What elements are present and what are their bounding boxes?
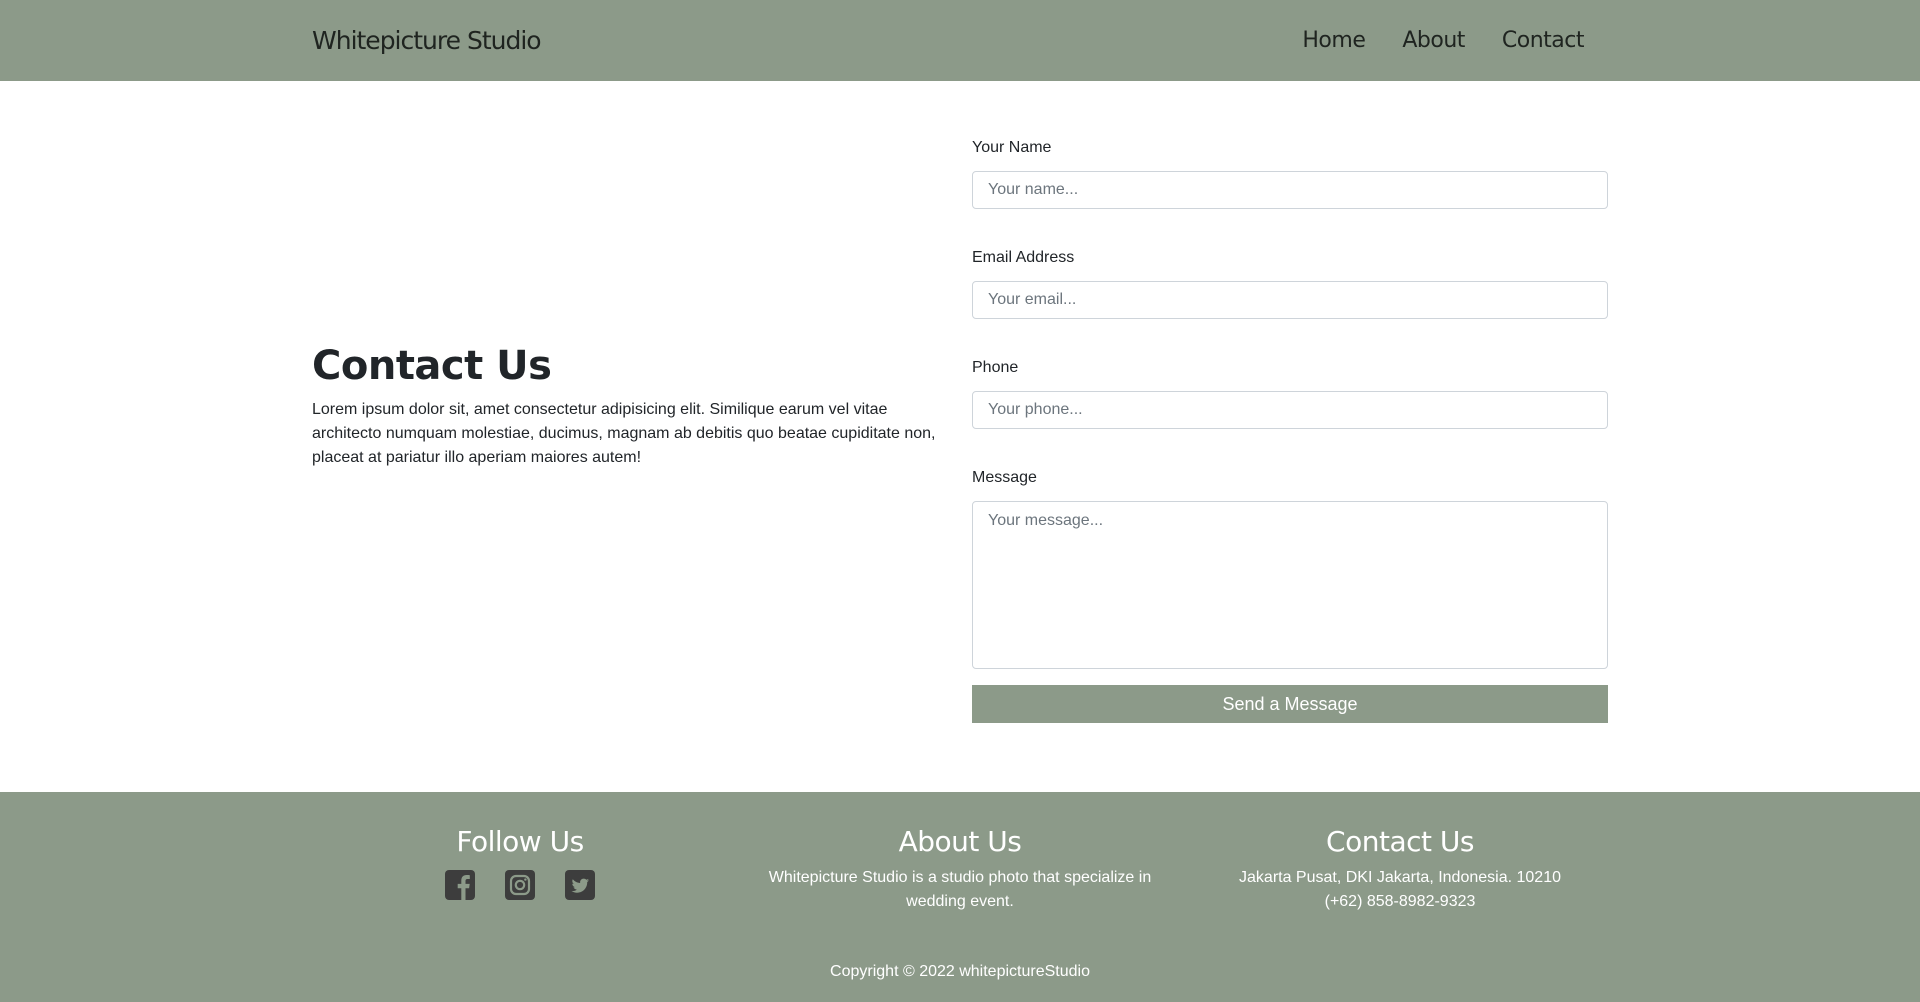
contact-info: Jakarta Pusat, DKI Jakarta, Indonesia. 1… — [1200, 866, 1600, 914]
brand-logo[interactable]: Whitepicture Studio — [312, 24, 542, 58]
name-group: Your Name — [972, 137, 1608, 209]
copyright: Copyright © 2022 whitepictureStudio — [830, 963, 1090, 980]
contact-intro: Contact Us Lorem ipsum dolor sit, amet c… — [312, 340, 942, 470]
intro-text: Lorem ipsum dolor sit, amet consectetur … — [312, 401, 936, 466]
footer: Follow Us About Us Whitepicture Studio i… — [0, 792, 1920, 1002]
twitter-icon[interactable] — [565, 870, 595, 900]
message-label: Message — [972, 469, 1037, 486]
follow-title: Follow Us — [456, 825, 584, 858]
phone-field[interactable] — [972, 391, 1608, 429]
contact-phone: (+62) 858-8982-9323 — [1324, 893, 1476, 910]
nav-link-about[interactable]: About — [1402, 24, 1465, 58]
message-field[interactable] — [972, 501, 1608, 669]
email-field[interactable] — [972, 281, 1608, 319]
instagram-icon[interactable] — [505, 870, 535, 900]
send-message-button[interactable]: Send a Message — [972, 685, 1608, 723]
email-label: Email Address — [972, 249, 1075, 266]
name-label: Your Name — [972, 139, 1052, 156]
contact-address: Jakarta Pusat, DKI Jakarta, Indonesia. 1… — [1239, 869, 1561, 886]
name-field[interactable] — [972, 171, 1608, 209]
page-title: Contact Us — [312, 343, 552, 389]
contact-form: Your Name Email Address Phone Message Se… — [972, 137, 1608, 723]
message-group: Message — [972, 467, 1608, 669]
contact-title: Contact Us — [1326, 825, 1474, 858]
about-text: Whitepicture Studio is a studio photo th… — [768, 869, 1152, 910]
navbar: Whitepicture Studio Home About Contact — [0, 0, 1920, 81]
phone-label: Phone — [972, 359, 1019, 376]
nav-link-home[interactable]: Home — [1302, 24, 1365, 58]
nav-links: Home About Contact — [1300, 24, 1584, 58]
social-links — [400, 870, 640, 900]
about-title: About Us — [898, 825, 1022, 858]
nav-link-contact[interactable]: Contact — [1502, 24, 1585, 58]
footer-contact: Contact Us Jakarta Pusat, DKI Jakarta, I… — [1200, 822, 1600, 914]
footer-about: About Us Whitepicture Studio is a studio… — [740, 822, 1180, 914]
facebook-icon[interactable] — [445, 870, 475, 900]
email-group: Email Address — [972, 247, 1608, 319]
phone-group: Phone — [972, 357, 1608, 429]
footer-follow: Follow Us — [400, 822, 640, 900]
